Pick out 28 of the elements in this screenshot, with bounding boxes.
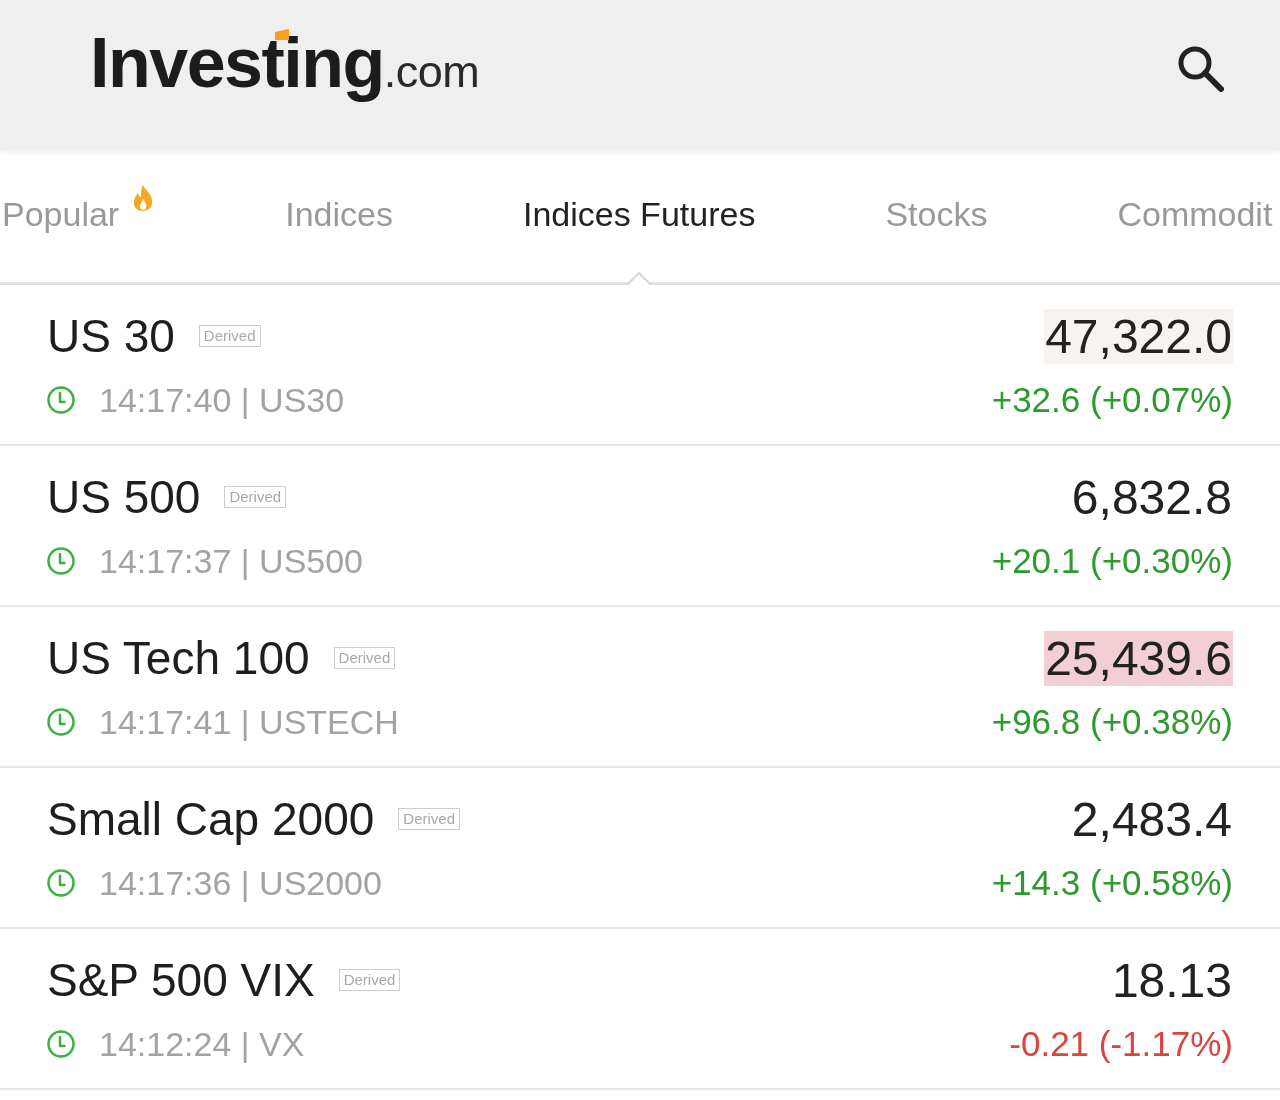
instrument-name[interactable]: US 30 (47, 309, 175, 363)
search-icon[interactable] (1176, 44, 1224, 92)
instrument-tag: Derived (224, 486, 287, 508)
logo-suffix: .com (383, 46, 480, 98)
instrument-name[interactable]: Small Cap 2000 (47, 792, 375, 846)
price-change: +96.8 (+0.38%) (991, 702, 1233, 742)
price-change: +32.6 (+0.07%) (991, 380, 1233, 420)
instrument-name[interactable]: US 500 (47, 470, 201, 524)
update-time-symbol: 14:17:36 | US2000 (99, 863, 382, 903)
instrument-name[interactable]: S&P 500 VIX (47, 953, 315, 1007)
category-tab[interactable]: Indices Futures (522, 150, 756, 282)
last-price: 18.13 (1110, 952, 1233, 1008)
price-change: -0.21 (-1.17%) (1009, 1024, 1233, 1064)
last-price: 25,439.6 (1044, 630, 1233, 686)
instrument-name[interactable]: US Tech 100 (47, 631, 310, 685)
instrument-tag: Derived (333, 647, 396, 669)
instrument-tag: Derived (338, 969, 401, 991)
last-price: 47,322.0 (1044, 308, 1233, 364)
price-change: +20.1 (+0.30%) (991, 541, 1233, 581)
instrument-tag: Derived (398, 808, 460, 830)
instrument-tag: Derived (198, 325, 261, 347)
last-price: 2,483.4 (1070, 791, 1233, 847)
price-change: +14.3 (+0.58%) (991, 863, 1233, 903)
update-time-symbol: 14:12:24 | VX (99, 1024, 305, 1064)
last-price: 6,832.8 (1070, 469, 1233, 525)
update-time-symbol: 14:17:37 | US500 (99, 541, 364, 581)
update-time-symbol: 14:17:40 | US30 (99, 380, 345, 420)
update-time-symbol: 14:17:41 | USTECH (99, 702, 399, 742)
